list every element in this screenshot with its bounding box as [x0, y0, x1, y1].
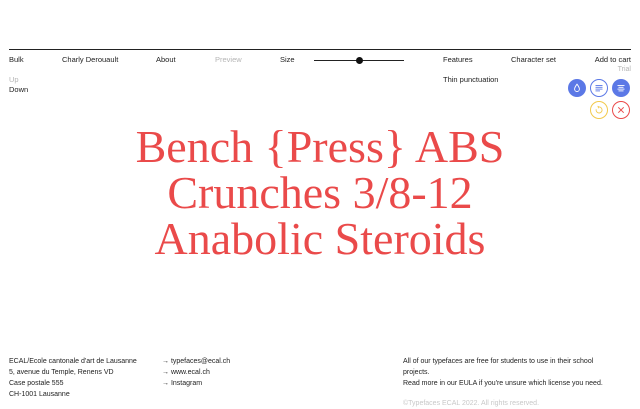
address-line: 5, avenue du Temple, Renens VD: [9, 369, 114, 376]
type-specimen[interactable]: Bench {Press} ABS Crunches 3/8-12 Anabol…: [0, 124, 640, 262]
address-line: CH-1001 Lausanne: [9, 391, 70, 398]
specimen-line-3[interactable]: Anabolic Steroids: [0, 216, 640, 262]
nav-designer[interactable]: Charly Derouault: [62, 55, 118, 64]
close-icon[interactable]: [612, 101, 630, 119]
ink-drop-icon[interactable]: [568, 79, 586, 97]
instagram-link[interactable]: → Instagram: [162, 378, 230, 389]
nav-trial[interactable]: Trial: [618, 66, 631, 73]
footer-address: ECAL/Ecole cantonale d'art de Lausanne 5…: [9, 356, 137, 400]
specimen-line-1[interactable]: Bench {Press} ABS: [0, 124, 640, 170]
nav-preview[interactable]: Preview: [215, 55, 242, 64]
nav-about[interactable]: About: [156, 55, 176, 64]
nav-character-set[interactable]: Character set: [511, 55, 556, 64]
address-line: Case postale 555: [9, 380, 64, 387]
size-label: Size: [280, 55, 295, 64]
footer-links: → typefaces@ecal.ch → www.ecal.ch → Inst…: [162, 356, 230, 389]
header-rule: [9, 49, 631, 50]
website-link[interactable]: → www.ecal.ch: [162, 367, 230, 378]
size-slider-thumb[interactable]: [355, 57, 363, 64]
nav-add-to-cart[interactable]: Add to cart: [595, 55, 631, 64]
align-center-icon[interactable]: [612, 79, 630, 97]
feature-thin-punctuation[interactable]: Thin punctuation: [443, 75, 498, 84]
direction-up[interactable]: Up: [9, 75, 19, 84]
email-link[interactable]: → typefaces@ecal.ch: [162, 356, 230, 367]
align-left-icon[interactable]: [590, 79, 608, 97]
size-slider[interactable]: [314, 57, 404, 64]
shuffle-icon[interactable]: [590, 101, 608, 119]
direction-down[interactable]: Down: [9, 85, 28, 94]
address-line: ECAL/Ecole cantonale d'art de Lausanne: [9, 358, 137, 365]
license-text: All of our typefaces are free for studen…: [403, 358, 594, 365]
nav-bulk[interactable]: Bulk: [9, 55, 24, 64]
license-text: projects.: [403, 369, 430, 376]
nav-features[interactable]: Features: [443, 55, 473, 64]
footer-license: All of our typefaces are free for studen…: [403, 356, 603, 409]
specimen-line-2[interactable]: Crunches 3/8-12: [0, 170, 640, 216]
license-text: Read more in our EULA if you're unsure w…: [403, 380, 603, 387]
